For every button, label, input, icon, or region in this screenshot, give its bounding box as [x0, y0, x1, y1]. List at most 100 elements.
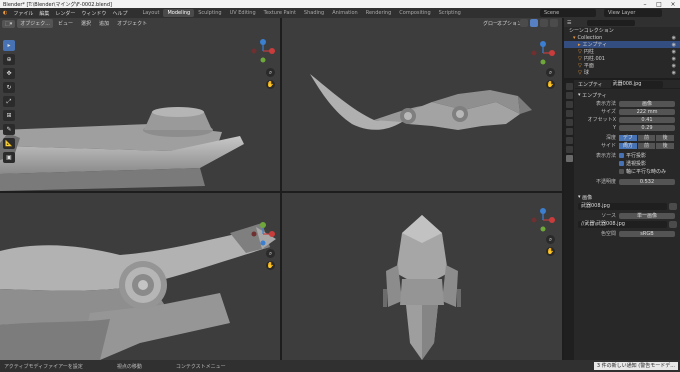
- menu-file[interactable]: ファイル: [10, 10, 36, 17]
- offset-x-field[interactable]: 0.41: [619, 116, 675, 123]
- menu-window[interactable]: ウィンドウ: [78, 10, 109, 17]
- viewport-top-left[interactable]: ⬚▾ オブジェク... ビュー 選択 追加 オブジェクト ▸ ⊕ ✥ ↻ ⤢ ⊞…: [0, 18, 280, 191]
- outliner-row-plane[interactable]: ▽ 平面 ◉: [564, 62, 680, 70]
- wireframe-shading-icon[interactable]: [520, 19, 528, 27]
- minimize-icon[interactable]: –: [638, 0, 652, 8]
- outliner-scene-collection[interactable]: シーンコレクション: [564, 27, 680, 34]
- render-shading-icon[interactable]: [550, 19, 558, 27]
- menu-help[interactable]: ヘルプ: [109, 10, 130, 17]
- visibility-eye-icon[interactable]: ◉: [672, 49, 676, 55]
- depth-front-option[interactable]: 前: [637, 134, 656, 141]
- constraints-tab-icon[interactable]: [565, 146, 573, 153]
- blender-logo-icon[interactable]: ◐: [0, 10, 10, 16]
- image-datablock-field[interactable]: 武器008.jpg: [578, 203, 667, 210]
- tab-shading[interactable]: Shading: [300, 9, 328, 17]
- side-front-option[interactable]: 前: [637, 142, 656, 149]
- show-orthographic-checkbox[interactable]: 平行投影: [619, 152, 646, 159]
- viewport-bottom-right[interactable]: ⌕ ✋: [282, 193, 562, 360]
- tab-texture-paint[interactable]: Texture Paint: [260, 9, 300, 17]
- zoom-icon[interactable]: ⌕: [546, 68, 555, 77]
- show-perspective-checkbox[interactable]: 透視投影: [619, 160, 646, 167]
- view-layer-tab-icon[interactable]: [565, 110, 573, 117]
- zoom-icon[interactable]: ⌕: [546, 235, 555, 244]
- notification-badge[interactable]: 3 件の新しい通知 (警告モードデ...: [593, 362, 678, 370]
- menu-select[interactable]: 選択: [78, 19, 94, 28]
- menu-render[interactable]: レンダー: [52, 10, 78, 17]
- pan-hand-icon[interactable]: ✋: [546, 247, 555, 256]
- pan-hand-icon[interactable]: ✋: [266, 261, 275, 270]
- colorspace-dropdown[interactable]: sRGB: [619, 230, 675, 237]
- browse-image-icon[interactable]: [669, 203, 677, 210]
- side-both-option[interactable]: 両方: [619, 142, 637, 149]
- scene-selector[interactable]: Scene: [540, 9, 596, 17]
- pan-hand-icon[interactable]: ✋: [266, 80, 275, 89]
- tab-modeling[interactable]: Modeling: [163, 9, 195, 17]
- offset-y-field[interactable]: 0.29: [619, 124, 675, 131]
- object-mode-dropdown[interactable]: オブジェク...: [17, 19, 54, 28]
- tab-scripting[interactable]: Scripting: [435, 9, 465, 17]
- tab-uv-editing[interactable]: UV Editing: [226, 9, 260, 17]
- image-path-field[interactable]: //武器\武器008.jpg: [578, 221, 667, 228]
- outliner-row-sphere[interactable]: ▽ 球 ◉: [564, 69, 680, 77]
- zoom-icon[interactable]: ⌕: [266, 249, 275, 258]
- object-tab-icon[interactable]: [565, 137, 573, 144]
- opacity-field[interactable]: 0.532: [619, 178, 675, 185]
- scene-tab-icon[interactable]: [565, 119, 573, 126]
- annotate-tool-icon[interactable]: ✎: [3, 124, 15, 135]
- menu-add[interactable]: 追加: [96, 19, 112, 28]
- outliner-row-collection[interactable]: ▾ Collection ◉: [564, 34, 680, 41]
- empty-section-header[interactable]: ▾ エンプティ: [575, 91, 680, 99]
- folder-icon[interactable]: [669, 221, 677, 228]
- visibility-eye-icon[interactable]: ◉: [672, 56, 676, 62]
- scale-tool-icon[interactable]: ⤢: [3, 96, 15, 107]
- menu-edit[interactable]: 編集: [36, 10, 52, 17]
- visibility-eye-icon[interactable]: ◉: [672, 42, 676, 48]
- tab-animation[interactable]: Animation: [328, 9, 362, 17]
- outliner-row-cylinder-001[interactable]: ▽ 円柱.001 ◉: [564, 55, 680, 63]
- image-section-header[interactable]: ▾ 画像: [575, 193, 680, 201]
- render-tab-icon[interactable]: [565, 92, 573, 99]
- depth-back-option[interactable]: 後: [656, 134, 675, 141]
- add-cube-tool-icon[interactable]: ▣: [3, 152, 15, 163]
- outliner-search-input[interactable]: [587, 19, 636, 26]
- rotate-tool-icon[interactable]: ↻: [3, 82, 15, 93]
- viewport-divider-horizontal[interactable]: [0, 191, 562, 193]
- tab-rendering[interactable]: Rendering: [362, 9, 396, 17]
- visibility-eye-icon[interactable]: ◉: [672, 70, 676, 76]
- tab-layout[interactable]: Layout: [138, 9, 163, 17]
- navigation-gizmo-tl[interactable]: [250, 38, 276, 64]
- viewport-divider-vertical[interactable]: [280, 18, 282, 360]
- pan-hand-icon[interactable]: ✋: [546, 80, 555, 89]
- options-label[interactable]: オプション: [497, 20, 522, 27]
- measure-tool-icon[interactable]: 📐: [3, 138, 15, 149]
- depth-default-option[interactable]: デフォ...: [619, 134, 637, 147]
- navigation-gizmo-br[interactable]: [530, 207, 556, 233]
- source-dropdown[interactable]: 単一画像: [619, 212, 675, 219]
- output-tab-icon[interactable]: [565, 101, 573, 108]
- side-back-option[interactable]: 後: [656, 142, 675, 149]
- move-tool-icon[interactable]: ✥: [3, 68, 15, 79]
- view-layer-selector[interactable]: View Layer: [604, 9, 662, 17]
- visibility-eye-icon[interactable]: ◉: [672, 63, 676, 69]
- solid-shading-icon[interactable]: [530, 19, 538, 27]
- display-as-dropdown[interactable]: 画像: [619, 100, 675, 107]
- menu-view[interactable]: ビュー: [55, 19, 76, 28]
- transform-tool-icon[interactable]: ⊞: [3, 110, 15, 121]
- world-tab-icon[interactable]: [565, 128, 573, 135]
- image-name-field[interactable]: 武器008.jpg: [610, 80, 663, 88]
- viewport-bottom-left[interactable]: ⌕ ✋: [0, 193, 280, 360]
- tab-compositing[interactable]: Compositing: [395, 9, 434, 17]
- outliner-row-empty[interactable]: ▸ エンプティ ◉: [564, 41, 680, 48]
- cursor-tool-icon[interactable]: ⊕: [3, 54, 15, 65]
- close-icon[interactable]: ×: [666, 0, 680, 8]
- tab-sculpting[interactable]: Sculpting: [194, 9, 225, 17]
- size-field[interactable]: 222 mm: [619, 108, 675, 115]
- editor-type-button[interactable]: ⬚▾: [2, 19, 16, 28]
- material-shading-icon[interactable]: [540, 19, 548, 27]
- visibility-eye-icon[interactable]: ◉: [672, 35, 676, 41]
- maximize-icon[interactable]: □: [652, 0, 666, 8]
- viewport-top-right[interactable]: グロー... オプション ⌕ ✋: [282, 18, 562, 191]
- outliner-row-cylinder[interactable]: ▽ 円柱 ◉: [564, 48, 680, 56]
- show-axis-aligned-checkbox[interactable]: 軸に平行な時のみ: [619, 168, 666, 175]
- object-data-tab-icon[interactable]: [565, 155, 573, 162]
